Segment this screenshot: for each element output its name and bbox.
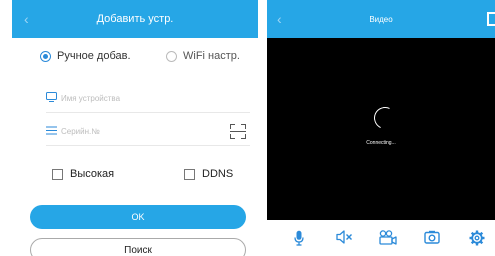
device-name-field[interactable]: Имя устройства bbox=[46, 85, 250, 113]
settings-gear-icon[interactable] bbox=[469, 230, 485, 246]
record-video-icon[interactable] bbox=[379, 230, 397, 245]
radio-unselected-icon bbox=[166, 50, 177, 62]
options-row: Высокая DDNS bbox=[12, 168, 258, 184]
page-title: Добавить устр. bbox=[96, 13, 174, 25]
speaker-mute-icon[interactable] bbox=[336, 230, 353, 244]
add-device-header: ‹ Добавить устр. bbox=[12, 0, 258, 38]
camera-snapshot-icon[interactable] bbox=[424, 230, 440, 244]
connection-status: Connecting... bbox=[366, 140, 396, 146]
high-quality-checkbox[interactable]: Высокая bbox=[52, 168, 114, 180]
back-icon[interactable]: ‹ bbox=[277, 0, 282, 38]
video-title: Видео bbox=[369, 14, 393, 24]
radio-manual-add[interactable]: Ручное добав. bbox=[40, 50, 131, 62]
video-viewport[interactable]: Connecting... bbox=[267, 38, 495, 220]
checkbox-icon bbox=[184, 168, 195, 180]
fullscreen-icon[interactable] bbox=[487, 12, 495, 26]
loading-spinner-icon bbox=[370, 103, 400, 133]
add-mode-selector: Ручное добав. WiFi настр. bbox=[12, 50, 258, 66]
ok-button[interactable]: OK bbox=[30, 205, 246, 229]
qr-scan-icon[interactable] bbox=[230, 124, 246, 139]
back-icon[interactable]: ‹ bbox=[24, 0, 29, 38]
radio-wifi-setup[interactable]: WiFi настр. bbox=[166, 50, 240, 62]
ddns-checkbox[interactable]: DDNS bbox=[184, 168, 233, 180]
add-device-screen: ‹ Добавить устр. Ручное добав. WiFi наст… bbox=[12, 0, 258, 256]
monitor-icon bbox=[46, 92, 57, 105]
radio-selected-icon bbox=[40, 50, 51, 62]
radio-wifi-label: WiFi настр. bbox=[183, 50, 240, 62]
list-icon bbox=[46, 126, 57, 138]
high-quality-label: Высокая bbox=[70, 168, 115, 180]
serial-number-input[interactable]: Серийн.№ bbox=[61, 127, 100, 136]
checkbox-icon bbox=[52, 168, 63, 180]
ddns-label: DDNS bbox=[202, 168, 234, 180]
microphone-icon[interactable] bbox=[294, 230, 304, 246]
device-name-input[interactable]: Имя устройства bbox=[61, 94, 120, 103]
search-button[interactable]: Поиск bbox=[30, 238, 246, 256]
radio-manual-label: Ручное добав. bbox=[57, 50, 131, 62]
video-screen: ‹ Видео Connecting... bbox=[267, 0, 495, 256]
serial-number-field[interactable]: Серийн.№ bbox=[46, 118, 250, 146]
video-header: ‹ Видео bbox=[267, 0, 495, 38]
app-screens: ‹ Добавить устр. Ручное добав. WiFi наст… bbox=[0, 0, 495, 256]
